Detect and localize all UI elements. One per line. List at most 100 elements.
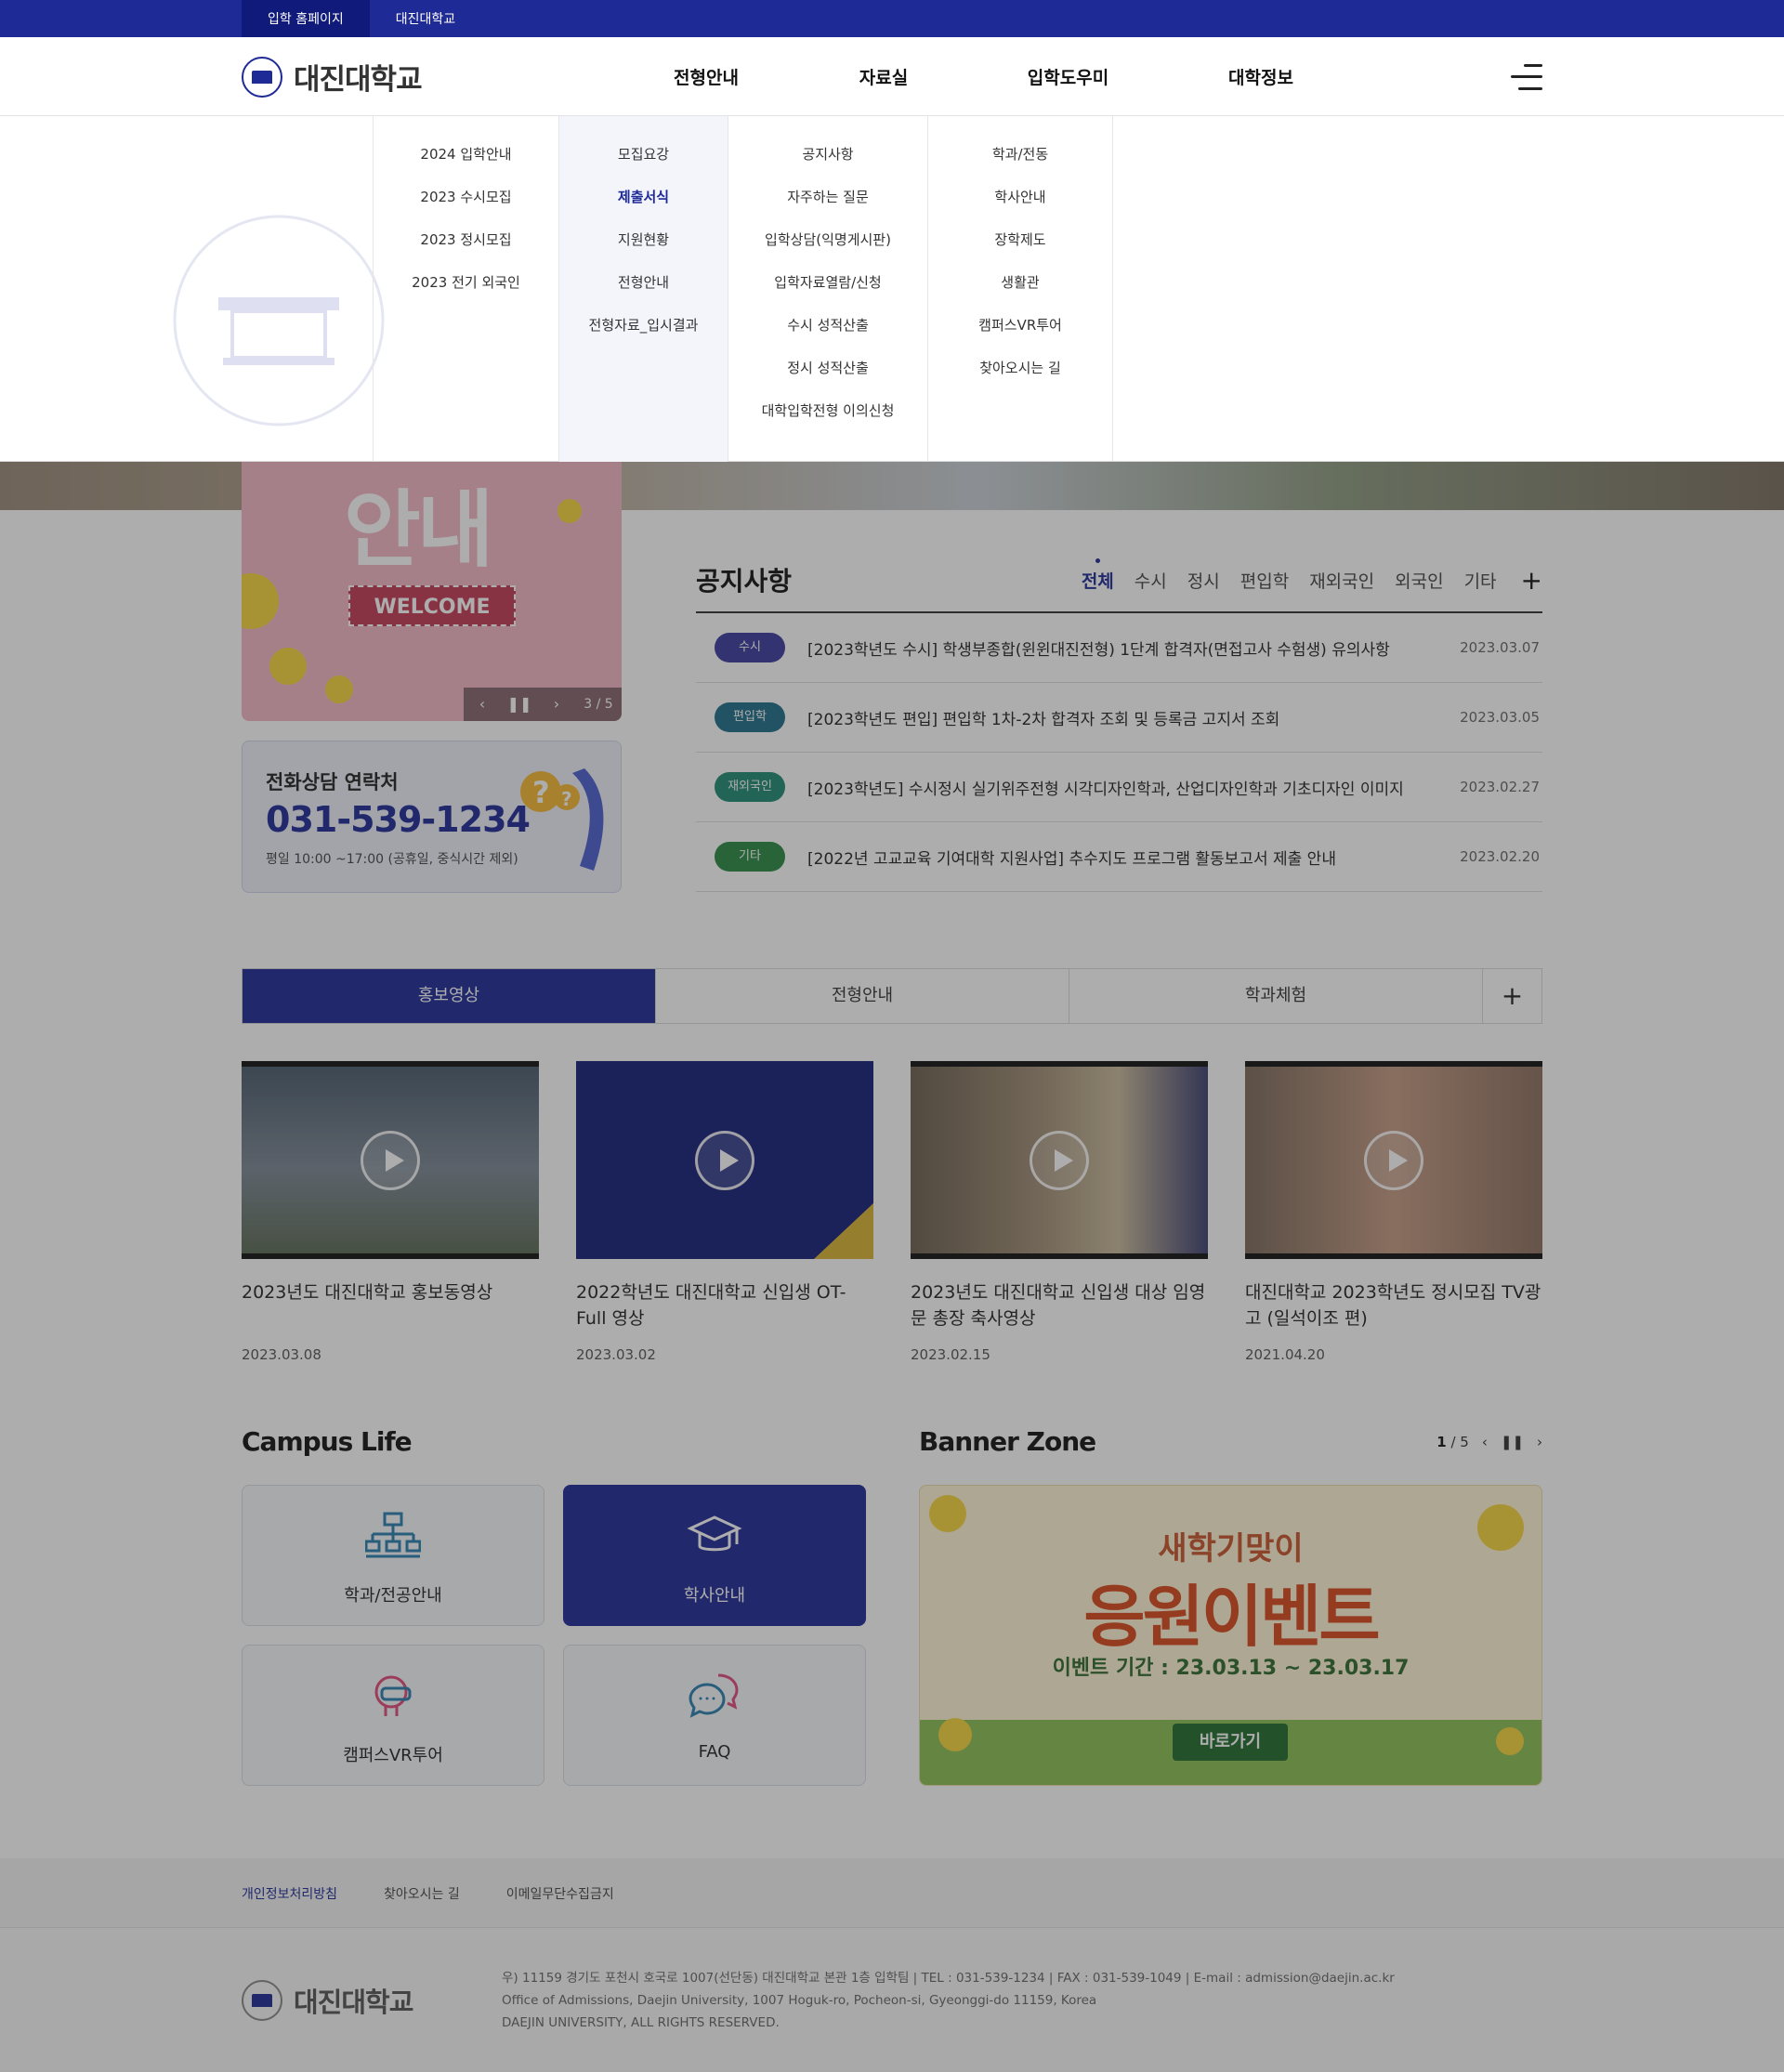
notice-tab-all[interactable]: 전체	[1082, 557, 1114, 593]
mega-menu-item[interactable]: 자주하는 질문	[728, 187, 927, 229]
chat-bubble-icon	[689, 1673, 739, 1718]
mega-menu-item[interactable]: 모집요강	[559, 144, 728, 187]
video-thumbnail[interactable]	[1245, 1061, 1542, 1259]
video-card[interactable]: 대진대학교 2023학년도 정시모집 TV광고 (일석이조 편) 2021.04…	[1245, 1061, 1542, 1363]
video-card[interactable]: 2022학년도 대진대학교 신입생 OT- Full 영상 2023.03.02	[576, 1061, 873, 1363]
event-banner[interactable]: 새학기맞이 응원이벤트 이벤트 기간 : 23.03.13 ~ 23.03.17…	[919, 1485, 1542, 1786]
video-card[interactable]: 2023년도 대진대학교 홍보동영상 2023.03.08	[242, 1061, 539, 1363]
graduation-cap-icon	[687, 1515, 742, 1552]
play-icon[interactable]	[361, 1130, 420, 1190]
video-thumbnail[interactable]	[911, 1061, 1208, 1259]
promo-title: 안내	[344, 481, 494, 579]
gnb-admission-guide[interactable]: 전형안내	[613, 64, 799, 89]
campus-card-academic[interactable]: 학사안내	[563, 1485, 866, 1626]
mega-menu-item[interactable]: 전형자료_입시결과	[559, 315, 728, 358]
mega-menu-item[interactable]: 제출서식	[559, 187, 728, 229]
mega-menu-item[interactable]: 생활관	[928, 272, 1112, 315]
plus-icon[interactable]: +	[1521, 565, 1542, 596]
mega-menu-item[interactable]: 2023 전기 외국인	[374, 272, 558, 315]
play-icon[interactable]	[1364, 1130, 1423, 1190]
mega-menu-item[interactable]: 캠퍼스VR투어	[928, 315, 1112, 358]
footer-link-directions[interactable]: 찾아오시는 길	[384, 1884, 460, 1903]
video-card[interactable]: 2023년도 대진대학교 신입생 대상 임영문 총장 축사영상 2023.02.…	[911, 1061, 1208, 1363]
mega-menu-item[interactable]: 2024 입학안내	[374, 144, 558, 187]
mega-menu-item[interactable]: 정시 성적산출	[728, 358, 927, 400]
notice-row-date: 2023.03.07	[1460, 639, 1540, 656]
notice-row[interactable]: 수시 [2023학년도 수시] 학생부종합(윈윈대진전형) 1단계 합격자(면접고…	[696, 613, 1542, 683]
banner-zone: Banner Zone 1 / 5 ‹ ❚❚ › 새학기맞이 응원이벤트 이벤트…	[919, 1426, 1542, 1786]
plus-icon[interactable]: +	[1483, 969, 1541, 1023]
prev-icon[interactable]: ‹	[1482, 1434, 1488, 1450]
category-badge: 기타	[715, 842, 785, 872]
video-thumbnail[interactable]	[576, 1061, 873, 1259]
mega-menu-item[interactable]: 2023 정시모집	[374, 229, 558, 272]
util-link-daejin[interactable]: 대진대학교	[370, 0, 481, 37]
notice-row[interactable]: 재외국인 [2023학년도] 수시정시 실기위주전형 시각디자인학과, 산업디자인…	[696, 753, 1542, 822]
notice-tab-susi[interactable]: 수시	[1135, 568, 1167, 593]
next-icon[interactable]: ›	[538, 688, 575, 721]
video-tab-major[interactable]: 학과체험	[1069, 969, 1483, 1023]
video-title[interactable]: 2022학년도 대진대학교 신입생 OT- Full 영상	[576, 1279, 873, 1331]
mega-menu-item[interactable]: 2023 수시모집	[374, 187, 558, 229]
video-thumbnail[interactable]	[242, 1061, 539, 1259]
mega-menu-item[interactable]: 장학제도	[928, 229, 1112, 272]
campus-card-label: 캠퍼스VR투어	[343, 1746, 443, 1765]
mega-menu: 2024 입학안내 2023 수시모집 2023 정시모집 2023 전기 외국인 모…	[0, 116, 1784, 462]
gnb-admission-helper[interactable]: 입학도우미	[968, 64, 1168, 89]
menu-icon[interactable]	[1511, 63, 1542, 90]
global-nav: 전형안내 자료실 입학도우미 대학정보	[613, 64, 1354, 89]
play-icon[interactable]	[1030, 1130, 1089, 1190]
notice-board: 공지사항 전체 수시 정시 편입학 재외국인 외국인 기타 + 수시 [2023학…	[696, 548, 1542, 892]
video-title[interactable]: 2023년도 대진대학교 신입생 대상 임영문 총장 축사영상	[911, 1279, 1208, 1331]
notice-tab-foreigner[interactable]: 외국인	[1395, 568, 1443, 593]
gnb-resources[interactable]: 자료실	[799, 64, 968, 89]
gnb-university-info[interactable]: 대학정보	[1168, 64, 1354, 89]
pause-icon[interactable]: ❚❚	[1501, 1434, 1524, 1450]
campus-card-vr[interactable]: 캠퍼스VR투어	[242, 1645, 544, 1786]
footer-link-privacy[interactable]: 개인정보처리방침	[242, 1884, 337, 1903]
notice-row-title[interactable]: [2022년 고교교육 기여대학 지원사업] 추수지도 프로그램 활동보고서 제…	[807, 846, 1460, 869]
footer-link-email-policy[interactable]: 이메일무단수집금지	[506, 1884, 614, 1903]
banner-go-button[interactable]: 바로가기	[1173, 1724, 1288, 1761]
campus-card-label: FAQ	[698, 1742, 731, 1762]
pause-icon[interactable]: ❚❚	[501, 688, 538, 721]
video-title[interactable]: 2023년도 대진대학교 홍보동영상	[242, 1279, 539, 1331]
next-icon[interactable]: ›	[1537, 1434, 1542, 1450]
footer: 대진대학교 우) 11159 경기도 포천시 호국로 1007(선단동) 대진대…	[0, 1928, 1784, 2072]
notice-row-date: 2023.03.05	[1460, 709, 1540, 726]
mega-menu-item[interactable]: 학사안내	[928, 187, 1112, 229]
util-link-admission-home[interactable]: 입학 홈페이지	[242, 0, 370, 37]
mega-menu-item[interactable]: 입학자료열람/신청	[728, 272, 927, 315]
video-title[interactable]: 대진대학교 2023학년도 정시모집 TV광고 (일석이조 편)	[1245, 1279, 1542, 1331]
banner-counter: 1 / 5	[1436, 1433, 1469, 1450]
notice-tab-etc[interactable]: 기타	[1464, 568, 1497, 593]
campus-card-faq[interactable]: FAQ	[563, 1645, 866, 1786]
footer-links: 개인정보처리방침 찾아오시는 길 이메일무단수집금지	[0, 1858, 1784, 1928]
mega-menu-item[interactable]: 수시 성적산출	[728, 315, 927, 358]
notice-row[interactable]: 편입학 [2023학년도 편입] 편입학 1차-2차 합격자 조회 및 등록금 고…	[696, 683, 1542, 753]
notice-tab-jungsi[interactable]: 정시	[1187, 568, 1220, 593]
mega-menu-item[interactable]: 전형안내	[559, 272, 728, 315]
notice-row-title[interactable]: [2023학년도 편입] 편입학 1차-2차 합격자 조회 및 등록금 고지서 …	[807, 706, 1460, 729]
mega-menu-item[interactable]: 학과/전동	[928, 144, 1112, 187]
phone-question-icon: ? ?	[520, 768, 604, 871]
promo-controls: ‹ ❚❚ › 3 / 5	[464, 688, 622, 721]
promo-slider[interactable]: 안내 WELCOME ‹ ❚❚ › 3 / 5	[242, 462, 622, 721]
video-tab-admission[interactable]: 전형안내	[656, 969, 1069, 1023]
notice-tab-transfer[interactable]: 편입학	[1240, 568, 1289, 593]
notice-tab-overseas-korean[interactable]: 재외국인	[1309, 568, 1374, 593]
video-tab-promo[interactable]: 홍보영상	[243, 969, 656, 1023]
campus-card-majors[interactable]: 학과/전공안내	[242, 1485, 544, 1626]
vr-headset-icon	[374, 1675, 412, 1716]
prev-icon[interactable]: ‹	[464, 688, 501, 721]
mega-menu-item[interactable]: 대학입학전형 이의신청	[728, 400, 927, 443]
mega-menu-item[interactable]: 공지사항	[728, 144, 927, 187]
mega-menu-item[interactable]: 찾아오시는 길	[928, 358, 1112, 400]
site-logo[interactable]: 대진대학교	[242, 56, 613, 98]
mega-menu-item[interactable]: 입학상담(익명게시판)	[728, 229, 927, 272]
notice-row-title[interactable]: [2023학년도] 수시정시 실기위주전형 시각디자인학과, 산업디자인학과 기…	[807, 776, 1460, 799]
mega-menu-item[interactable]: 지원현황	[559, 229, 728, 272]
notice-row-title[interactable]: [2023학년도 수시] 학생부종합(윈윈대진전형) 1단계 합격자(면접고사 …	[807, 636, 1460, 660]
play-icon[interactable]	[695, 1130, 754, 1190]
notice-row[interactable]: 기타 [2022년 고교교육 기여대학 지원사업] 추수지도 프로그램 활동보고서…	[696, 822, 1542, 892]
